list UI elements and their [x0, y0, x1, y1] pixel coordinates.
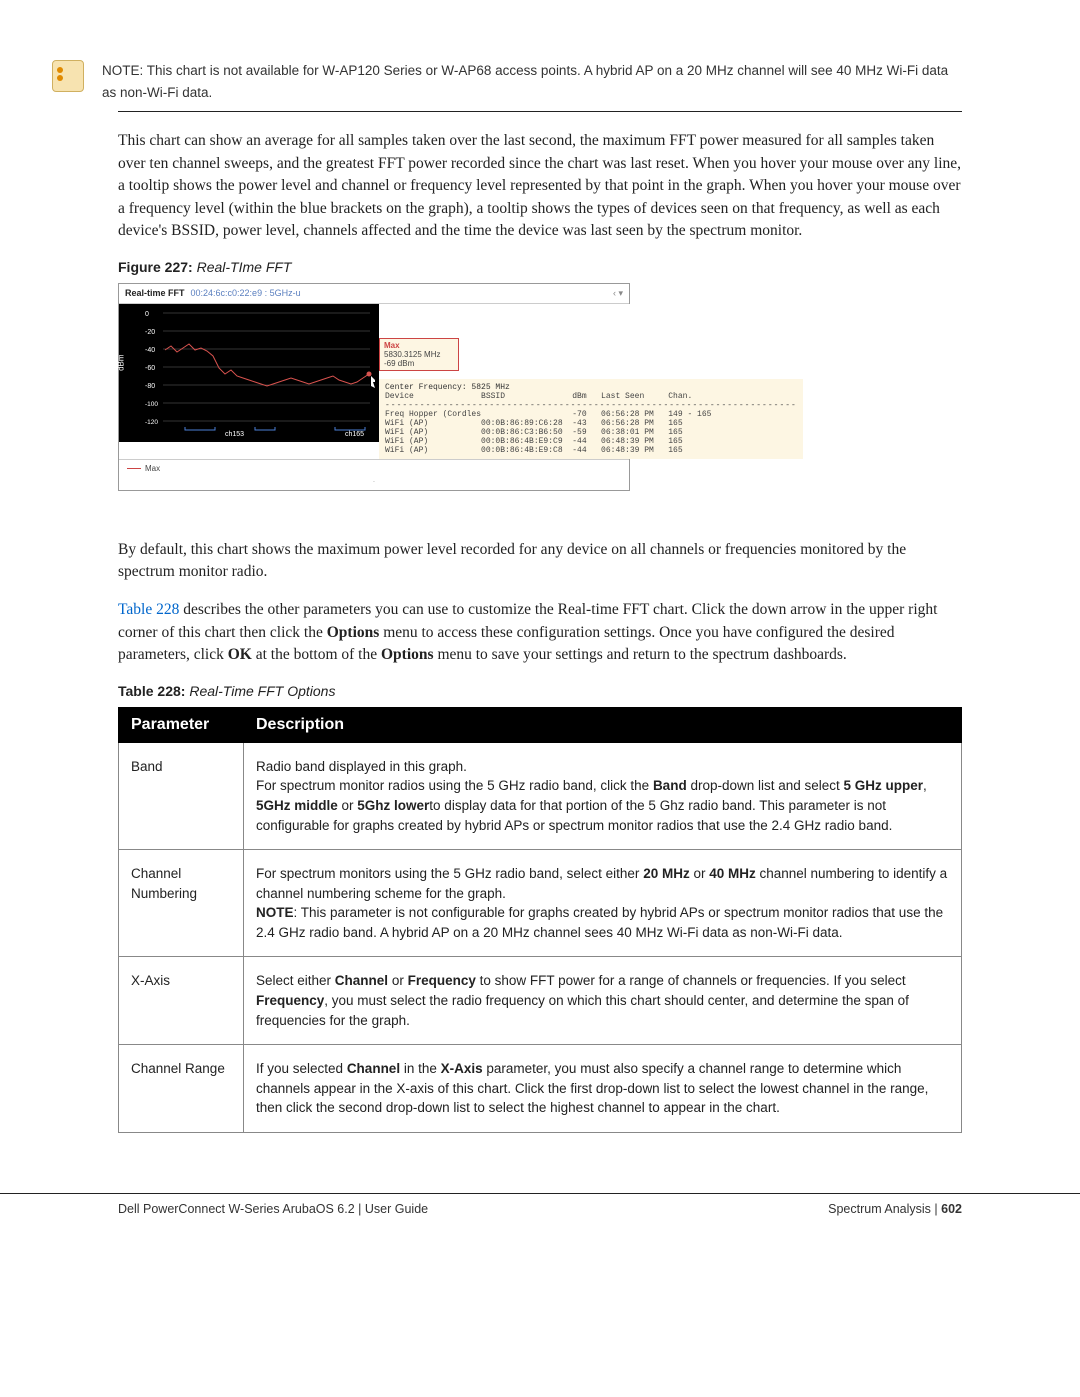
figure-label: Figure 227: [118, 259, 193, 275]
table-link[interactable]: Table 228 [118, 601, 179, 618]
tooltip-power: -69 dBm [384, 359, 454, 368]
param-cell: Channel Range [119, 1045, 244, 1133]
chart-legend: Max · [119, 459, 629, 490]
options-table: Parameter Description BandRadio band dis… [118, 707, 962, 1133]
footer-section: Spectrum Analysis [828, 1202, 934, 1216]
legend-label: Max [145, 464, 160, 473]
body-para-2: By default, this chart shows the maximum… [118, 539, 962, 584]
chart-plot-area: dBm 0 [119, 304, 379, 442]
svg-text:-40: -40 [145, 347, 155, 354]
device-row: Freq Hopper (Cordles -70 06:56:28 PM 149… [385, 410, 797, 419]
max-tooltip: Max 5830.3125 MHz -69 dBm [379, 338, 459, 371]
svg-text:-20: -20 [145, 329, 155, 336]
tooltip-freq: 5830.3125 MHz [384, 350, 454, 359]
chart-svg: 0 -20 -40 -60 -80 -100 -120 [145, 308, 375, 438]
param-cell: Channel Numbering [119, 850, 244, 957]
table-row: BandRadio band displayed in this graph.F… [119, 742, 962, 849]
table-label: Table 228: [118, 683, 185, 699]
divider [118, 111, 962, 112]
body-para-3: Table 228 describes the other parameters… [118, 599, 962, 666]
desc-cell: For spectrum monitors using the 5 GHz ra… [244, 850, 962, 957]
y-axis-label: dBm [117, 354, 126, 370]
desc-cell: Radio band displayed in this graph.For s… [244, 742, 962, 849]
desc-cell: If you selected Channel in the X-Axis pa… [244, 1045, 962, 1133]
note-text: NOTE: This chart is not available for W-… [102, 60, 962, 103]
figure-caption: Figure 227: Real-TIme FFT [118, 259, 962, 275]
body-para-1: This chart can show an average for all s… [118, 130, 962, 242]
page-footer: Dell PowerConnect W-Series ArubaOS 6.2 |… [0, 1193, 1080, 1216]
svg-text:0: 0 [145, 311, 149, 318]
svg-text:-60: -60 [145, 365, 155, 372]
device-row: WiFi (AP) 00:0B:86:89:C6:28 -43 06:56:28… [385, 419, 797, 428]
table-row: X-AxisSelect either Channel or Frequency… [119, 957, 962, 1045]
device-row: WiFi (AP) 00:0B:86:C3:B6:50 -59 06:38:01… [385, 428, 797, 437]
table-row: Channel RangeIf you selected Channel in … [119, 1045, 962, 1133]
svg-text:-80: -80 [145, 383, 155, 390]
param-cell: Band [119, 742, 244, 849]
desc-cell: Select either Channel or Frequency to sh… [244, 957, 962, 1045]
table-row: Channel NumberingFor spectrum monitors u… [119, 850, 962, 957]
tooltip-label: Max [384, 341, 454, 350]
svg-text:-100: -100 [145, 401, 158, 408]
fft-chart: Real-time FFT Real-time FFT 00:24:6c:c0:… [118, 283, 630, 491]
figure-title: Real-TIme FFT [197, 259, 292, 275]
note-icon [52, 60, 84, 92]
table-caption: Table 228: Real-Time FFT Options [118, 683, 962, 699]
device-tooltip-table: Center Frequency: 5825 MHz Device BSSID … [379, 379, 803, 459]
svg-text:-120: -120 [145, 419, 158, 426]
footer-product: Dell PowerConnect W-Series ArubaOS 6.2 [118, 1202, 358, 1216]
chart-titlebar: Real-time FFT Real-time FFT 00:24:6c:c0:… [119, 284, 629, 304]
note-block: NOTE: This chart is not available for W-… [118, 60, 962, 103]
device-row: WiFi (AP) 00:0B:86:4B:E9:C9 -44 06:48:39… [385, 437, 797, 446]
param-cell: X-Axis [119, 957, 244, 1045]
page-number: 602 [941, 1202, 962, 1216]
col-description: Description [244, 707, 962, 742]
svg-text:ch153: ch153 [225, 431, 244, 438]
col-parameter: Parameter [119, 707, 244, 742]
svg-text:ch165: ch165 [345, 431, 364, 438]
table-title: Real-Time FFT Options [189, 683, 335, 699]
device-row: WiFi (AP) 00:0B:86:4B:E9:C8 -44 06:48:39… [385, 446, 797, 455]
center-freq: Center Frequency: 5825 MHz [385, 383, 797, 392]
